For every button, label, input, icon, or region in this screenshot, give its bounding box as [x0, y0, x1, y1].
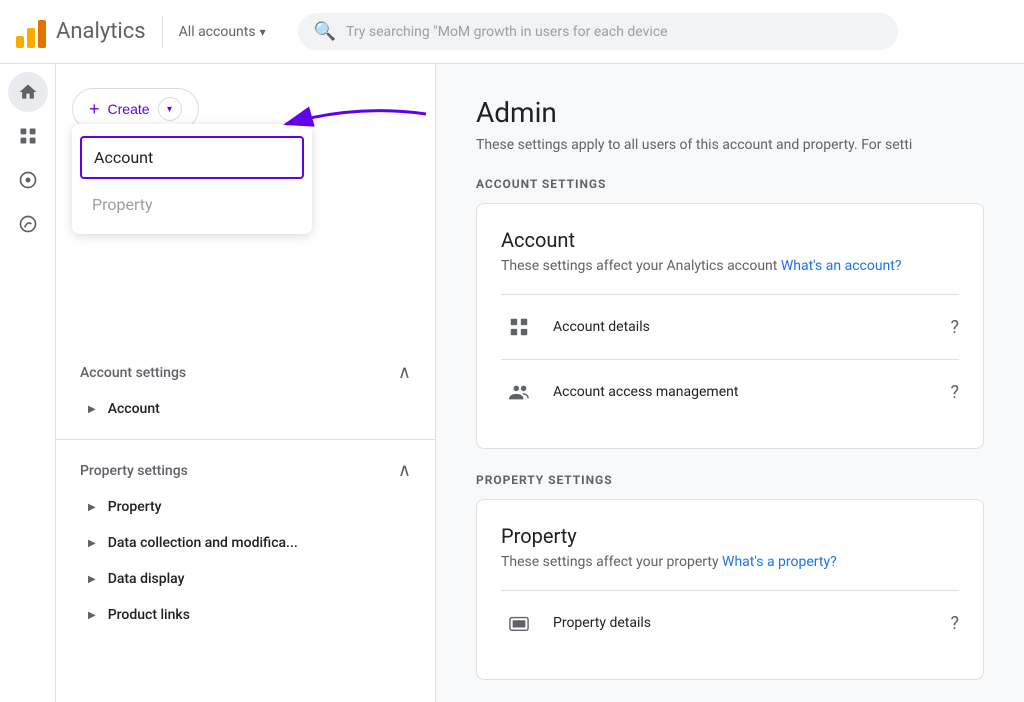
sidebar-item-data-collection[interactable]: ▶ Data collection and modifica...	[56, 525, 435, 561]
app-title: Analytics	[56, 19, 146, 44]
search-placeholder-text: Try searching "MoM growth in users for e…	[346, 24, 668, 40]
page-subtitle: These settings apply to all users of thi…	[476, 137, 984, 153]
arrow-annotation	[256, 94, 436, 178]
nav-advertising[interactable]	[8, 204, 48, 244]
property-settings-toggle-icon[interactable]: ∧	[398, 460, 411, 481]
main-content: Admin These settings apply to all users …	[436, 64, 1024, 702]
property-arrow-icon: ▶	[88, 502, 96, 513]
main-layout: + Create ▾ Account Property	[0, 64, 1024, 702]
dropdown-item-property[interactable]: Property	[72, 183, 312, 226]
property-details-icon	[501, 605, 537, 641]
page-title: Admin	[476, 96, 984, 129]
property-settings-section: Property settings ∧ ▶ Property ▶ Data co…	[56, 444, 435, 641]
account-settings-section: Account settings ∧ ▶ Account	[56, 346, 435, 435]
account-access-row-left: Account access management	[501, 374, 738, 410]
account-item-arrow-icon: ▶	[88, 404, 96, 415]
search-icon: 🔍	[314, 21, 336, 42]
account-item-label: Account	[108, 401, 160, 417]
sidebar-divider	[56, 439, 435, 440]
account-card-desc: These settings affect your Analytics acc…	[501, 258, 959, 274]
account-details-help-icon[interactable]: ?	[950, 317, 959, 338]
property-details-row[interactable]: Property details ?	[501, 590, 959, 655]
data-collection-label: Data collection and modifica...	[108, 535, 298, 551]
dropdown-account-label: Account	[94, 148, 153, 167]
account-settings-section-label: ACCOUNT SETTINGS	[476, 177, 984, 191]
dropdown-arrow-icon: ▾	[158, 97, 182, 121]
product-links-arrow-icon: ▶	[88, 610, 96, 621]
nav-explore[interactable]	[8, 160, 48, 200]
account-card-desc-text: These settings affect your Analytics acc…	[501, 258, 781, 274]
explore-icon	[18, 170, 38, 190]
property-settings-label: Property settings	[80, 463, 188, 479]
all-accounts-label: All accounts	[179, 24, 256, 40]
advertising-icon	[18, 214, 38, 234]
data-display-arrow-icon: ▶	[88, 574, 96, 585]
account-card-title: Account	[501, 228, 959, 252]
property-settings-section-label: PROPERTY SETTINGS	[476, 473, 984, 487]
logo-icon	[16, 16, 46, 48]
whats-an-account-link[interactable]: What's an account?	[781, 258, 902, 274]
account-access-row[interactable]: Account access management ?	[501, 359, 959, 424]
nav-home[interactable]	[8, 72, 48, 112]
property-settings-header: Property settings ∧	[56, 452, 435, 489]
sidebar-item-property[interactable]: ▶ Property	[56, 489, 435, 525]
account-settings-header: Account settings ∧	[56, 354, 435, 391]
data-collection-arrow-icon: ▶	[88, 538, 96, 549]
app-logo[interactable]: Analytics	[16, 16, 146, 48]
property-details-help-icon[interactable]: ?	[950, 613, 959, 634]
property-details-label: Property details	[553, 615, 651, 631]
account-card: Account These settings affect your Analy…	[476, 203, 984, 449]
search-bar[interactable]: 🔍 Try searching "MoM growth in users for…	[298, 13, 898, 50]
topbar-divider	[162, 16, 163, 48]
sidebar-item-account[interactable]: ▶ Account	[56, 391, 435, 427]
all-accounts-arrow-icon: ▾	[260, 25, 266, 39]
account-settings-label: Account settings	[80, 365, 186, 381]
property-card-desc-text: These settings affect your property	[501, 554, 722, 570]
dropdown-property-label: Property	[92, 195, 153, 214]
account-details-row[interactable]: Account details ?	[501, 294, 959, 359]
home-icon	[18, 82, 38, 102]
icon-nav	[0, 64, 56, 702]
account-details-icon	[501, 309, 537, 345]
sidebar-item-product-links[interactable]: ▶ Product links	[56, 597, 435, 633]
property-item-label: Property	[108, 499, 162, 515]
account-details-row-left: Account details	[501, 309, 650, 345]
create-button-label: Create	[108, 101, 150, 117]
account-details-label: Account details	[553, 319, 650, 335]
arrow-svg	[256, 94, 436, 174]
all-accounts-selector[interactable]: All accounts ▾	[179, 24, 266, 40]
plus-icon: +	[89, 99, 100, 120]
property-card-desc: These settings affect your property What…	[501, 554, 959, 570]
property-details-row-left: Property details	[501, 605, 651, 641]
nav-reports[interactable]	[8, 116, 48, 156]
reports-icon	[18, 126, 38, 146]
account-access-label: Account access management	[553, 384, 738, 400]
product-links-label: Product links	[108, 607, 190, 623]
account-settings-toggle-icon[interactable]: ∧	[398, 362, 411, 383]
property-card: Property These settings affect your prop…	[476, 499, 984, 680]
property-card-title: Property	[501, 524, 959, 548]
account-access-help-icon[interactable]: ?	[950, 382, 959, 403]
whats-a-property-link[interactable]: What's a property?	[722, 554, 837, 570]
topbar: Analytics All accounts ▾ 🔍 Try searching…	[0, 0, 1024, 64]
account-access-icon	[501, 374, 537, 410]
data-display-label: Data display	[108, 571, 185, 587]
sidebar: + Create ▾ Account Property	[56, 64, 436, 702]
sidebar-item-data-display[interactable]: ▶ Data display	[56, 561, 435, 597]
